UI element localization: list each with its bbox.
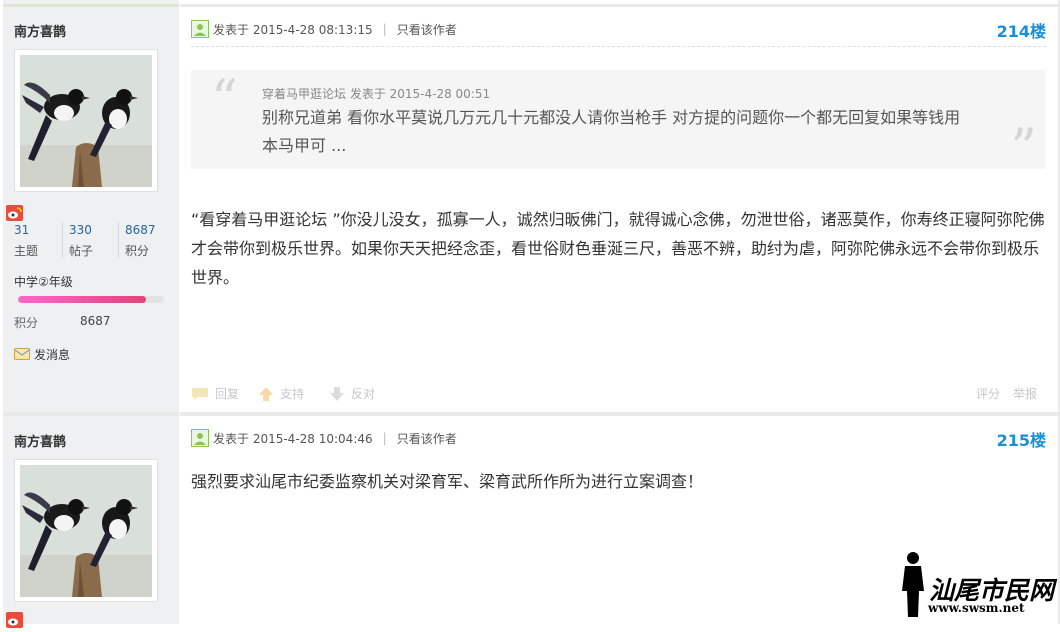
author-sidebar: 南方喜鹊 — [3, 412, 179, 628]
support-icon — [259, 386, 273, 401]
post-status-icon — [191, 20, 209, 38]
quote-close-icon: ” — [1010, 119, 1037, 179]
post-214: 南方喜鹊 31 主题 330 帖子 8687 积分 中学②年级 积分 8687 … — [0, 0, 1060, 412]
divider — [191, 46, 1046, 47]
magpie-avatar-image — [20, 55, 152, 187]
support-button[interactable]: 支持 — [258, 385, 304, 402]
magpie-avatar-image — [20, 465, 152, 597]
send-message-link[interactable]: 发消息 — [14, 346, 70, 363]
threads-count: 330 — [69, 223, 92, 237]
user-level[interactable]: 中学②年级 — [14, 273, 73, 290]
rate-link[interactable]: 评分 — [976, 385, 1000, 402]
topics-stat[interactable]: 31 主题 — [14, 222, 59, 258]
divider — [3, 412, 179, 416]
author-name[interactable]: 南方喜鹊 — [14, 431, 66, 450]
report-link[interactable]: 举报 — [1013, 385, 1037, 402]
silhouette-logo — [902, 552, 924, 617]
weibo-icon[interactable] — [6, 205, 23, 221]
reply-icon — [192, 387, 208, 400]
divider — [3, 4, 179, 7]
threads-label: 帖子 — [69, 244, 94, 258]
message-icon — [14, 348, 30, 360]
threads-stat[interactable]: 330 帖子 — [62, 222, 118, 258]
post-time: 发表于 2015-4-28 10:04:46 — [213, 431, 373, 446]
only-author-link[interactable]: 只看该作者 — [397, 430, 457, 447]
weibo-icon[interactable] — [6, 612, 23, 628]
avatar[interactable] — [14, 49, 158, 192]
send-message-label: 发消息 — [34, 348, 71, 362]
avatar[interactable] — [14, 459, 158, 602]
post-time: 发表于 2015-4-28 08:13:15 — [213, 22, 373, 37]
points-label: 积分 — [125, 244, 150, 258]
meta-separator: | — [382, 22, 387, 36]
author-name[interactable]: 南方喜鹊 — [14, 21, 66, 40]
points-stat[interactable]: 8687 积分 — [118, 222, 176, 258]
oppose-label: 反对 — [351, 387, 376, 401]
watermark-url: www.swsm.net — [928, 601, 1025, 615]
oppose-icon — [330, 386, 344, 401]
post-content: “看穿着马甲逛论坛 ”你没儿没女，孤寡一人，诚然归昄佛门，就得诚心念佛，勿泄世俗… — [191, 210, 1045, 287]
oppose-button[interactable]: 反对 — [329, 385, 375, 402]
floor-number[interactable]: 214楼 — [997, 18, 1046, 42]
author-sidebar: 南方喜鹊 — [3, 0, 179, 412]
quote-header: 穿着马甲逛论坛 发表于 2015-4-28 00:51 — [262, 87, 491, 101]
post-content: 强烈要求汕尾市纪委监察机关对梁育军、梁育武所作所为进行立案调查！ — [191, 472, 704, 491]
rate-label: 评分 — [976, 387, 1001, 401]
post-status-icon — [191, 429, 209, 447]
reply-label: 回复 — [215, 387, 240, 401]
site-watermark: 汕尾市民网 www.swsm.net — [895, 551, 1055, 621]
topics-count: 31 — [14, 223, 30, 237]
points-row-label: 积分 — [14, 316, 39, 330]
divider — [180, 4, 1058, 7]
points-row-value: 8687 — [80, 314, 111, 328]
floor-number[interactable]: 215楼 — [997, 427, 1046, 451]
reply-button[interactable]: 回复 — [191, 385, 239, 402]
post-body: 发表于 2015-4-28 08:13:15 | 只看该作者 214楼 “ 穿着… — [180, 0, 1058, 412]
support-label: 支持 — [280, 387, 305, 401]
level-progress-bar — [18, 296, 164, 303]
post-meta: 发表于 2015-4-28 10:04:46 | 只看该作者 — [191, 429, 457, 447]
level-progress-fill — [18, 296, 147, 303]
quote-body: 别称兄道弟 看你水平莫说几万元几十元都没人请你当枪手 对方提的问题你一个都无回复… — [262, 108, 961, 155]
topics-label: 主题 — [14, 244, 39, 258]
quote-block: “ 穿着马甲逛论坛 发表于 2015-4-28 00:51 别称兄道弟 看你水平… — [191, 70, 1045, 175]
only-author-link[interactable]: 只看该作者 — [397, 21, 457, 38]
post-meta: 发表于 2015-4-28 08:13:15 | 只看该作者 — [191, 20, 457, 38]
meta-separator: | — [382, 431, 387, 445]
quote-open-icon: “ — [211, 70, 238, 130]
divider — [180, 412, 1058, 416]
points-count: 8687 — [125, 223, 156, 237]
report-label: 举报 — [1013, 387, 1038, 401]
